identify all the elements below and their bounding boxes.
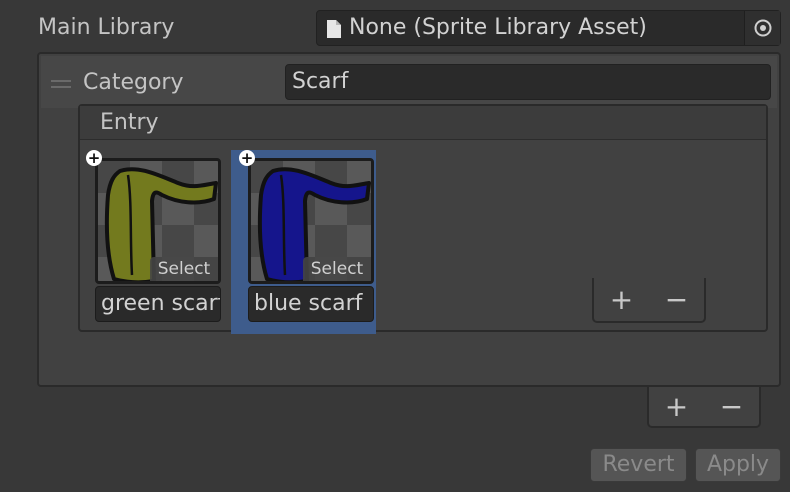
drag-handle-icon[interactable] bbox=[51, 80, 71, 88]
entry-header: Entry bbox=[80, 106, 766, 140]
category-name-field[interactable]: Scarf bbox=[285, 64, 771, 100]
revert-button[interactable]: Revert bbox=[590, 448, 687, 482]
remove-category-button[interactable]: − bbox=[720, 390, 743, 423]
category-add-remove-bar: + − bbox=[647, 387, 761, 428]
add-entry-button[interactable]: + bbox=[610, 283, 633, 316]
select-sprite-button[interactable]: Select bbox=[150, 257, 218, 281]
sprite-entry-tile[interactable]: Select + green scarf bbox=[78, 150, 223, 334]
entry-add-remove-bar: + − bbox=[592, 278, 706, 323]
category-header: Category Scarf bbox=[41, 56, 777, 108]
entry-label: Entry bbox=[100, 110, 159, 135]
sprite-thumbnail[interactable]: Select bbox=[95, 158, 221, 284]
sprite-thumbnail[interactable]: Select bbox=[248, 158, 374, 284]
remove-entry-button[interactable]: − bbox=[665, 283, 688, 316]
apply-button[interactable]: Apply bbox=[695, 448, 781, 482]
main-library-value: None (Sprite Library Asset) bbox=[349, 15, 647, 40]
object-picker-icon bbox=[754, 19, 771, 37]
add-override-icon: + bbox=[86, 149, 102, 167]
add-override-icon: + bbox=[239, 149, 255, 167]
entry-name-field[interactable]: blue scarf bbox=[248, 286, 374, 322]
object-picker-button[interactable] bbox=[744, 11, 780, 45]
entry-name-field[interactable]: green scarf bbox=[95, 286, 221, 322]
document-icon bbox=[327, 20, 341, 38]
category-label: Category bbox=[83, 70, 184, 95]
add-category-button[interactable]: + bbox=[665, 390, 688, 423]
main-library-label: Main Library bbox=[38, 15, 175, 40]
sprite-entry-tile-selected[interactable]: Select + blue scarf bbox=[231, 150, 376, 334]
select-sprite-button[interactable]: Select bbox=[303, 257, 371, 281]
main-library-field[interactable]: None (Sprite Library Asset) bbox=[316, 10, 781, 46]
